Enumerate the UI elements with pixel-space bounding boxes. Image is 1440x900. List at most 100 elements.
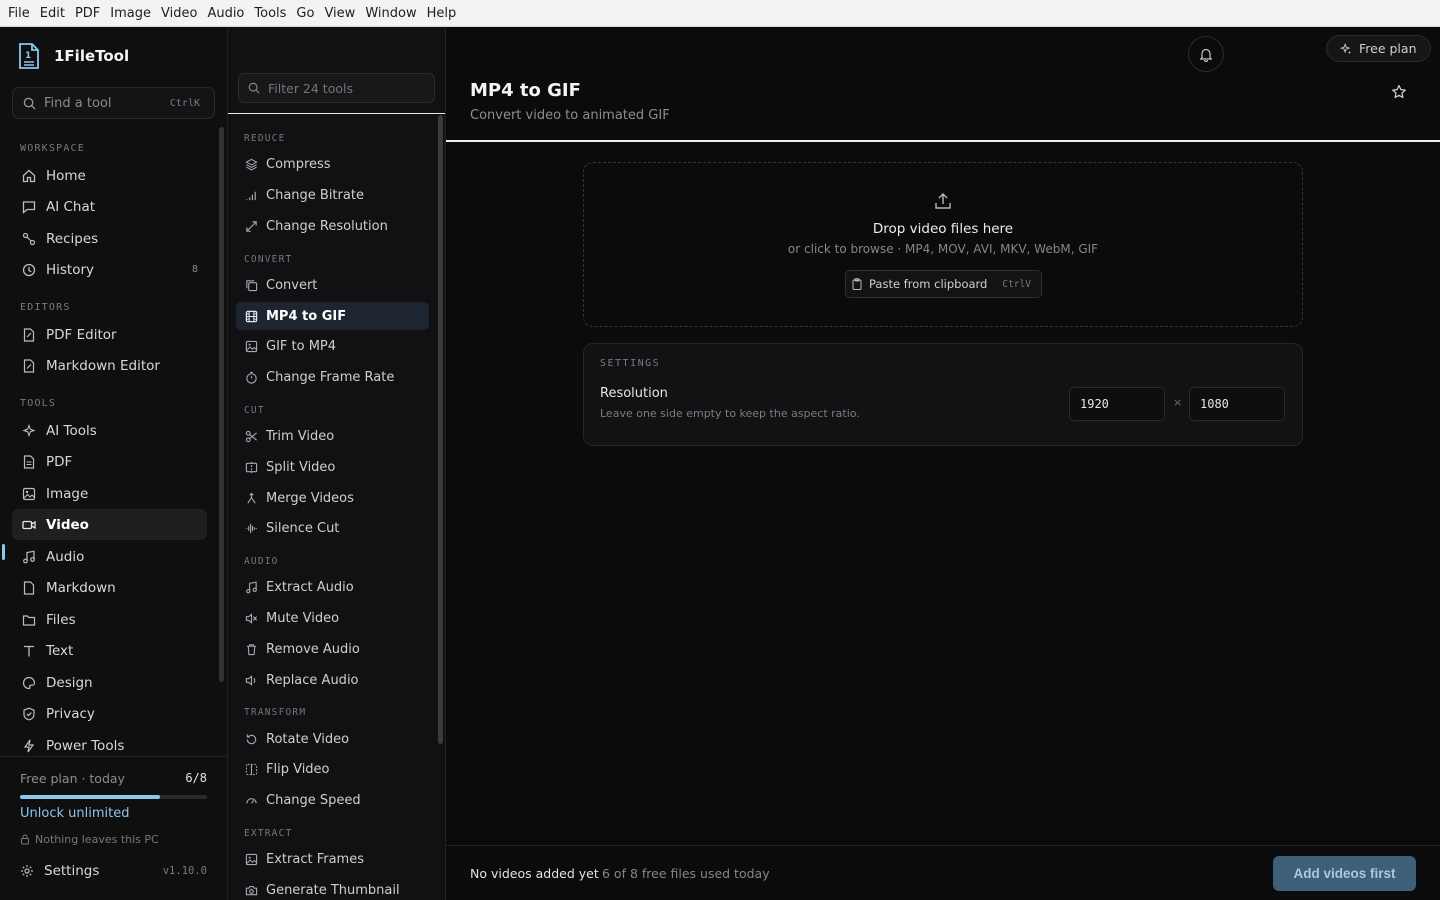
menu-help[interactable]: Help bbox=[422, 0, 462, 27]
tool-item-change-speed[interactable]: Change Speed bbox=[236, 786, 429, 814]
tool-item-generate-thumbnail[interactable]: Generate Thumbnail bbox=[236, 876, 429, 900]
tool-item-change-frame-rate[interactable]: Change Frame Rate bbox=[236, 363, 429, 391]
section-reduce: REDUCE bbox=[244, 133, 286, 144]
merge-icon bbox=[244, 491, 258, 505]
tool-item-mute-video[interactable]: Mute Video bbox=[236, 604, 429, 632]
tool-item-compress[interactable]: Compress bbox=[236, 150, 429, 178]
sidebar-item-video[interactable]: Video bbox=[12, 509, 207, 540]
menu-file[interactable]: File bbox=[3, 0, 35, 27]
tool-item-remove-audio[interactable]: Remove Audio bbox=[236, 635, 429, 663]
tool-filter-input[interactable]: Filter 24 tools bbox=[238, 73, 435, 103]
tool-item-label: Rotate Video bbox=[266, 731, 350, 747]
sidebar-item-ai-chat[interactable]: AI Chat bbox=[12, 191, 207, 222]
flip-icon bbox=[244, 762, 258, 776]
menu-video[interactable]: Video bbox=[156, 0, 202, 27]
search-icon bbox=[248, 82, 260, 94]
tool-item-trim-video[interactable]: Trim Video bbox=[236, 422, 429, 450]
tool-item-change-bitrate[interactable]: Change Bitrate bbox=[236, 181, 429, 209]
menu-image[interactable]: Image bbox=[105, 0, 156, 27]
sidebar-item-text[interactable]: Text bbox=[12, 635, 207, 666]
settings-link[interactable]: Settings v1.10.0 bbox=[20, 863, 207, 879]
menu-tools[interactable]: Tools bbox=[249, 0, 291, 27]
menu-bar: File Edit PDF Image Video Audio Tools Go… bbox=[0, 0, 1440, 27]
page-subtitle: Convert video to animated GIF bbox=[470, 108, 670, 123]
search-icon bbox=[23, 97, 36, 110]
settings-label: Settings bbox=[44, 863, 100, 879]
tool-item-rotate-video[interactable]: Rotate Video bbox=[236, 725, 429, 753]
sidebar-item-markdown-editor[interactable]: Markdown Editor bbox=[12, 350, 207, 381]
menu-pdf[interactable]: PDF bbox=[70, 0, 105, 27]
markdown-editor-icon bbox=[21, 358, 36, 373]
privacy-note-text: Nothing leaves this PC bbox=[35, 833, 159, 846]
tool-item-extract-frames[interactable]: Extract Frames bbox=[236, 845, 429, 873]
add-videos-button[interactable]: Add videos first bbox=[1273, 856, 1416, 891]
tool-item-label: Generate Thumbnail bbox=[266, 882, 400, 898]
mute-icon bbox=[244, 611, 258, 625]
sidebar-item-files[interactable]: Files bbox=[12, 604, 207, 635]
sidebar-item-markdown[interactable]: Markdown bbox=[12, 572, 207, 603]
paste-from-clipboard-button[interactable]: Paste from clipboard CtrlV bbox=[845, 270, 1042, 298]
tool-item-change-resolution[interactable]: Change Resolution bbox=[236, 212, 429, 240]
sidebar: 1 1FileTool Find a tool CtrlK WORKSPACE … bbox=[0, 27, 228, 900]
tool-item-gif-to-mp4[interactable]: GIF to MP4 bbox=[236, 332, 429, 360]
tool-list-panel: Filter 24 tools REDUCE Compress Change B… bbox=[228, 27, 446, 900]
resolution-width-input[interactable] bbox=[1069, 387, 1165, 421]
tool-item-label: Convert bbox=[266, 277, 318, 293]
free-plan-badge[interactable]: Free plan bbox=[1326, 35, 1431, 62]
menu-view[interactable]: View bbox=[319, 0, 360, 27]
menu-audio[interactable]: Audio bbox=[202, 0, 249, 27]
resolution-height-input[interactable] bbox=[1189, 387, 1285, 421]
tool-item-silence-cut[interactable]: Silence Cut bbox=[236, 514, 429, 542]
menu-window[interactable]: Window bbox=[360, 0, 421, 27]
sidebar-item-privacy[interactable]: Privacy bbox=[12, 698, 207, 729]
svg-text:1: 1 bbox=[25, 51, 31, 61]
sidebar-item-label: Markdown bbox=[46, 579, 116, 596]
sidebar-item-ai-tools[interactable]: AI Tools bbox=[12, 415, 207, 446]
tool-item-flip-video[interactable]: Flip Video bbox=[236, 755, 429, 783]
tool-item-extract-audio[interactable]: Extract Audio bbox=[236, 573, 429, 601]
gauge-icon bbox=[244, 793, 258, 807]
signal-bars-icon bbox=[244, 188, 258, 202]
app-version: v1.10.0 bbox=[162, 865, 207, 877]
free-plan-label: Free plan bbox=[1359, 41, 1417, 56]
tool-item-replace-audio[interactable]: Replace Audio bbox=[236, 666, 429, 694]
split-icon bbox=[244, 460, 258, 474]
brand[interactable]: 1 1FileTool bbox=[18, 43, 129, 69]
tool-item-convert[interactable]: Convert bbox=[236, 271, 429, 299]
sidebar-item-home[interactable]: Home bbox=[12, 160, 207, 191]
sidebar-item-recipes[interactable]: Recipes bbox=[12, 223, 207, 254]
tool-item-label: Replace Audio bbox=[266, 672, 359, 688]
tool-item-label: Silence Cut bbox=[266, 520, 340, 536]
clipboard-icon bbox=[852, 278, 862, 290]
tool-item-merge-videos[interactable]: Merge Videos bbox=[236, 484, 429, 512]
tool-search[interactable]: Find a tool CtrlK bbox=[12, 87, 215, 119]
section-workspace: WORKSPACE bbox=[20, 143, 85, 154]
file-dropzone[interactable]: Drop video files here or click to browse… bbox=[583, 162, 1303, 327]
sidebar-item-pdf-editor[interactable]: PDF Editor bbox=[12, 319, 207, 350]
tool-item-label: Trim Video bbox=[266, 428, 335, 444]
sidebar-item-label: Design bbox=[46, 674, 93, 691]
tool-item-split-video[interactable]: Split Video bbox=[236, 453, 429, 481]
menu-go[interactable]: Go bbox=[291, 0, 319, 27]
tool-list-scrollbar[interactable] bbox=[438, 115, 443, 744]
camera-icon bbox=[244, 883, 258, 897]
shield-icon bbox=[21, 706, 36, 721]
sidebar-item-label: Image bbox=[46, 485, 89, 502]
sidebar-item-history[interactable]: History 8 bbox=[12, 254, 207, 285]
sidebar-item-power-tools[interactable]: Power Tools bbox=[12, 730, 207, 756]
sidebar-item-image[interactable]: Image bbox=[12, 478, 207, 509]
menu-edit[interactable]: Edit bbox=[35, 0, 70, 27]
sidebar-item-label: Video bbox=[46, 516, 89, 533]
app-name: 1FileTool bbox=[54, 47, 130, 65]
sidebar-item-pdf[interactable]: PDF bbox=[12, 446, 207, 477]
notifications-button[interactable] bbox=[1188, 36, 1224, 72]
sidebar-item-design[interactable]: Design bbox=[12, 667, 207, 698]
tool-item-mp4-to-gif[interactable]: MP4 to GIF bbox=[236, 302, 429, 330]
sidebar-item-label: Recipes bbox=[46, 230, 99, 247]
section-audio: AUDIO bbox=[244, 556, 279, 567]
plan-progress-bar bbox=[20, 795, 207, 799]
sidebar-item-audio[interactable]: Audio bbox=[12, 541, 207, 572]
favorite-button[interactable] bbox=[1391, 84, 1409, 102]
unlock-unlimited-link[interactable]: Unlock unlimited bbox=[20, 806, 129, 821]
sidebar-scrollbar[interactable] bbox=[219, 127, 224, 682]
